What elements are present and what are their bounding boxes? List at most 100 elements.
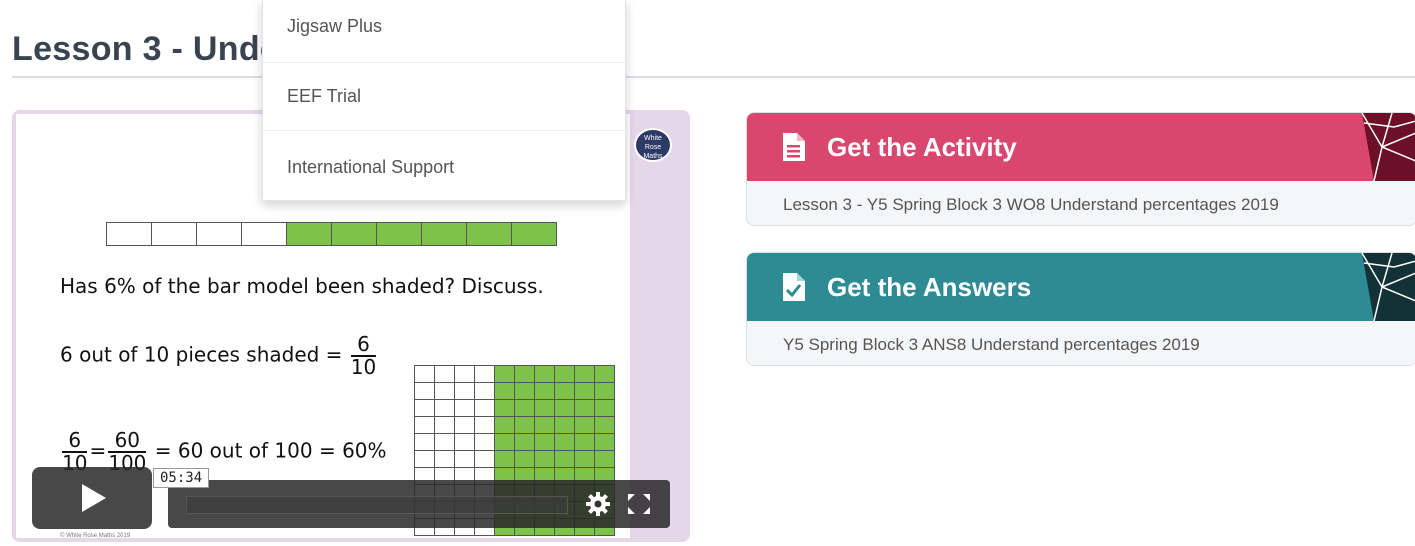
bar-model-cell [197, 223, 242, 245]
grid-cell [595, 383, 615, 400]
grid-cell [535, 417, 555, 434]
progress-bar[interactable] [186, 496, 568, 514]
grid-cell [595, 434, 615, 451]
grid-cell [455, 417, 475, 434]
fullscreen-icon [628, 494, 650, 514]
geometric-decoration [1361, 253, 1415, 321]
white-rose-logo: White Rose Maths [634, 128, 672, 162]
grid-cell [415, 417, 435, 434]
grid-cell [495, 383, 515, 400]
answers-header[interactable]: Get the Answers [747, 253, 1415, 321]
grid-cell [495, 417, 515, 434]
grid-cell [555, 366, 575, 383]
grid-cell [575, 417, 595, 434]
grid-cell [455, 400, 475, 417]
geometric-decoration [1361, 113, 1415, 181]
bar-model-cell [377, 223, 422, 245]
grid-cell [595, 400, 615, 417]
activity-file-link[interactable]: Lesson 3 - Y5 Spring Block 3 WO8 Underst… [783, 195, 1279, 215]
play-icon [82, 484, 106, 512]
activity-header[interactable]: Get the Activity [747, 113, 1415, 181]
grid-cell [535, 434, 555, 451]
grid-cell [535, 383, 555, 400]
grid-cell [555, 451, 575, 468]
line1-text: 6 out of 10 pieces shaded = [60, 342, 349, 367]
grid-cell [515, 434, 535, 451]
line2-text: = 60 out of 100 = 60% [148, 438, 387, 463]
gear-icon [586, 492, 610, 516]
grid-cell [515, 366, 535, 383]
grid-cell [535, 366, 555, 383]
menu-divider [263, 62, 625, 63]
grid-cell [515, 383, 535, 400]
grid-cell [435, 366, 455, 383]
answers-card[interactable]: Get the Answers Y5 Spring Block 3 ANS8 U… [746, 252, 1415, 366]
slide-copyright: © White Rose Maths 2019 [60, 533, 131, 539]
bar-model-cell [512, 223, 556, 245]
bar-model-cell [332, 223, 377, 245]
settings-button[interactable] [584, 490, 612, 518]
grid-cell [475, 434, 495, 451]
bar-model-cell [287, 223, 332, 245]
title-divider [12, 76, 1415, 78]
grid-cell [415, 400, 435, 417]
bar-model-cell [152, 223, 197, 245]
fullscreen-button[interactable] [626, 492, 652, 516]
grid-cell [415, 383, 435, 400]
grid-cell [575, 434, 595, 451]
fraction-numerator: 6 [350, 334, 377, 357]
grid-cell [415, 451, 435, 468]
grid-cell [595, 366, 615, 383]
grid-cell [575, 383, 595, 400]
slide-line-1: 6 out of 10 pieces shaded = 6 10 [60, 334, 378, 378]
fraction-numerator: 60 [108, 430, 147, 453]
grid-cell [435, 400, 455, 417]
grid-cell [555, 400, 575, 417]
grid-cell [435, 417, 455, 434]
grid-cell [455, 434, 475, 451]
bar-model-cell [242, 223, 287, 245]
grid-cell [475, 417, 495, 434]
fraction-6-10: 6 10 [350, 334, 377, 378]
menu-item-jigsaw-plus[interactable]: Jigsaw Plus [263, 6, 625, 46]
grid-cell [515, 400, 535, 417]
grid-cell [475, 451, 495, 468]
grid-cell [575, 400, 595, 417]
grid-cell [595, 451, 615, 468]
grid-cell [575, 451, 595, 468]
grid-cell [515, 451, 535, 468]
grid-cell [475, 400, 495, 417]
grid-cell [535, 400, 555, 417]
answers-label: Get the Answers [827, 272, 1032, 302]
grid-cell [435, 434, 455, 451]
bar-model-cell [467, 223, 512, 245]
document-check-icon [783, 273, 805, 301]
dropdown-menu: Jigsaw Plus EEF Trial International Supp… [262, 0, 626, 201]
grid-cell [495, 434, 515, 451]
grid-cell [415, 434, 435, 451]
grid-cell [555, 383, 575, 400]
play-button[interactable] [32, 467, 152, 529]
video-control-bar [168, 480, 670, 528]
grid-cell [455, 383, 475, 400]
grid-cell [495, 400, 515, 417]
grid-cell [515, 417, 535, 434]
grid-cell [475, 383, 495, 400]
grid-cell [455, 451, 475, 468]
grid-cell [475, 366, 495, 383]
bar-model-cell [422, 223, 467, 245]
time-tooltip: 05:34 [153, 468, 210, 488]
grid-cell [495, 451, 515, 468]
grid-cell [455, 366, 475, 383]
menu-divider [263, 130, 625, 131]
answers-file-link[interactable]: Y5 Spring Block 3 ANS8 Understand percen… [783, 335, 1200, 355]
grid-cell [535, 451, 555, 468]
bar-model-cell [107, 223, 152, 245]
grid-cell [555, 434, 575, 451]
activity-card[interactable]: Get the Activity Lesson 3 - Y5 Spring Bl… [746, 112, 1415, 226]
grid-cell [595, 417, 615, 434]
document-icon [783, 133, 805, 161]
menu-item-international-support[interactable]: International Support [263, 147, 625, 187]
menu-item-eef-trial[interactable]: EEF Trial [263, 76, 625, 116]
activity-label: Get the Activity [827, 132, 1017, 162]
